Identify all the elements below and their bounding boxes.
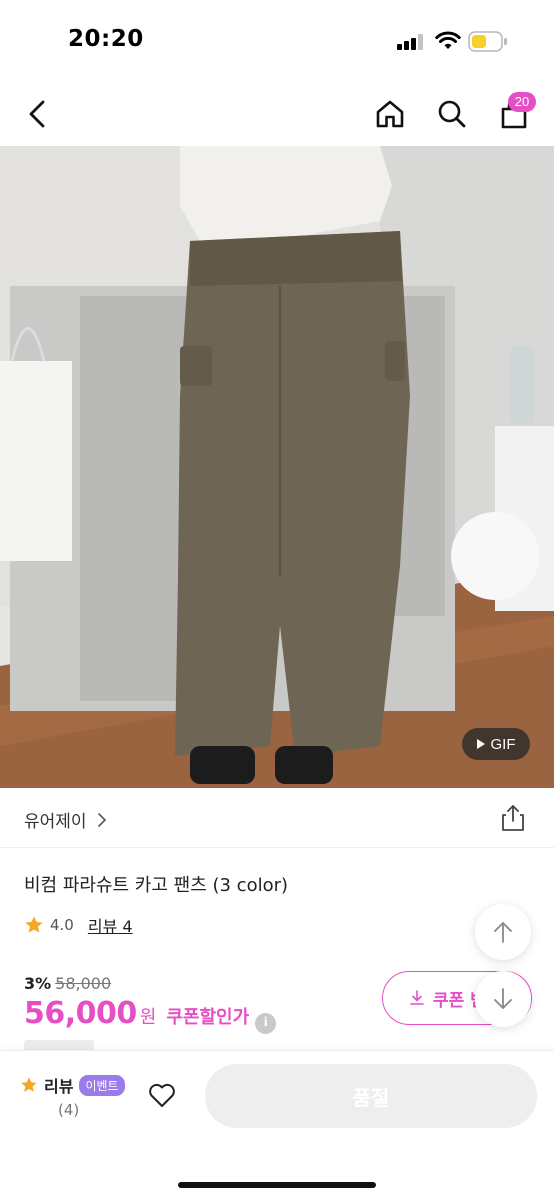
share-button[interactable] xyxy=(497,802,529,834)
heart-icon xyxy=(149,1083,175,1107)
product-image[interactable] xyxy=(0,146,554,788)
sale-price: 56,000 xyxy=(24,996,137,1031)
star-icon xyxy=(25,916,43,933)
seller-name: 유어제이 xyxy=(24,812,87,832)
coupon-price-label: 쿠폰할인가 xyxy=(166,1007,250,1028)
sold-out-button[interactable]: 품절 xyxy=(205,1064,537,1128)
review-count: (4) xyxy=(58,1101,80,1119)
back-button[interactable] xyxy=(16,92,60,136)
share-icon xyxy=(502,805,524,831)
discount-rate: 3% xyxy=(24,974,52,993)
home-button[interactable] xyxy=(368,92,412,136)
home-indicator xyxy=(178,1182,376,1188)
search-icon xyxy=(438,100,466,128)
top-nav-bar xyxy=(0,84,554,146)
home-icon xyxy=(376,100,404,128)
scroll-top-button[interactable] xyxy=(475,904,531,960)
price-unit: 원 xyxy=(139,1007,157,1028)
bottom-action-bar: 리뷰 이벤트 (4) 품절 xyxy=(0,1050,554,1200)
product-title: 비컴 파라슈트 카고 팬츠 (3 color) xyxy=(24,875,289,896)
seller-row: 유어제이 xyxy=(0,788,554,848)
seller-link[interactable]: 유어제이 xyxy=(24,807,107,832)
star-icon xyxy=(21,1077,37,1092)
review-tab-button[interactable]: 리뷰 이벤트 (4) xyxy=(20,1073,130,1133)
wifi-icon xyxy=(435,31,461,51)
gif-label: GIF xyxy=(490,735,516,753)
chevron-left-icon xyxy=(29,100,45,128)
event-badge: 이벤트 xyxy=(79,1074,125,1096)
download-icon xyxy=(410,990,424,1005)
price-row: 56,000 원 쿠폰할인가 i xyxy=(24,996,277,1034)
play-icon xyxy=(476,739,485,749)
discount-row: 3% 58,000 xyxy=(24,974,111,993)
arrow-down-icon xyxy=(494,988,512,1009)
rating-row: 4.0 리뷰 4 xyxy=(24,913,133,937)
wishlist-button[interactable] xyxy=(144,1077,180,1113)
gif-badge[interactable]: GIF xyxy=(462,728,530,760)
review-tab-label: 리뷰 xyxy=(44,1077,74,1096)
status-bar: 20:20 xyxy=(0,0,554,80)
status-time: 20:20 xyxy=(68,26,144,52)
rating-value: 4.0 xyxy=(50,916,74,934)
search-button[interactable] xyxy=(430,92,474,136)
cart-count-badge: 20 xyxy=(508,92,536,112)
original-price: 58,000 xyxy=(55,974,112,993)
scroll-bottom-button[interactable] xyxy=(475,971,531,1027)
info-icon[interactable]: i xyxy=(255,1012,277,1034)
cellular-signal-icon xyxy=(397,34,427,50)
chevron-right-icon xyxy=(97,812,106,827)
review-link[interactable]: 리뷰 4 xyxy=(88,913,133,937)
battery-icon xyxy=(468,31,508,52)
arrow-up-icon xyxy=(494,922,512,943)
